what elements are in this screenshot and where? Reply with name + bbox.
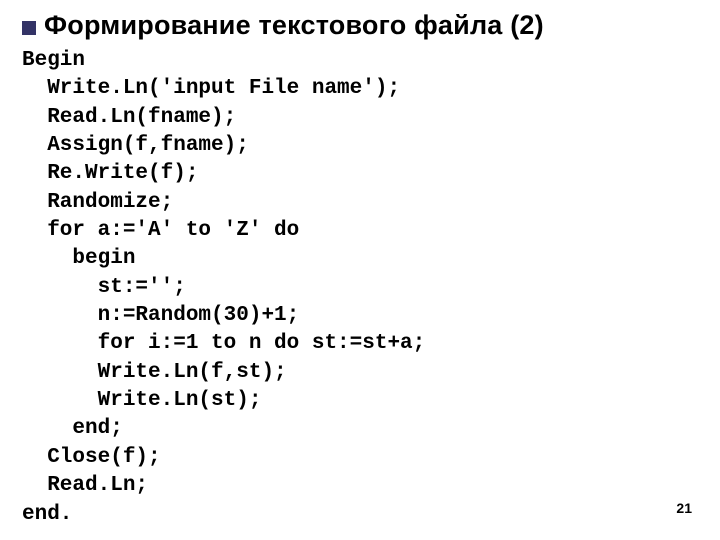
code-line: end.	[22, 501, 700, 529]
code-line: Write.Ln(f,st);	[22, 359, 700, 387]
slide-title: Формирование текстового файла (2)	[22, 10, 700, 41]
code-line: Read.Ln(fname);	[22, 104, 700, 132]
slide: Формирование текстового файла (2) Begin …	[0, 0, 720, 540]
code-line: st:='';	[22, 274, 700, 302]
code-line: Assign(f,fname);	[22, 132, 700, 160]
code-line: Read.Ln;	[22, 472, 700, 500]
title-text: Формирование текстового файла (2)	[44, 10, 544, 40]
bullet-icon	[22, 21, 36, 35]
code-block: Begin Write.Ln('input File name'); Read.…	[22, 47, 700, 529]
code-line: end;	[22, 415, 700, 443]
code-line: Write.Ln('input File name');	[22, 75, 700, 103]
code-line: Close(f);	[22, 444, 700, 472]
code-line: Re.Write(f);	[22, 160, 700, 188]
code-line: Randomize;	[22, 189, 700, 217]
code-line: for i:=1 to n do st:=st+a;	[22, 330, 700, 358]
code-line: n:=Random(30)+1;	[22, 302, 700, 330]
code-line: Begin	[22, 47, 700, 75]
page-number: 21	[676, 500, 692, 516]
code-line: Write.Ln(st);	[22, 387, 700, 415]
code-line: for a:='A' to 'Z' do	[22, 217, 700, 245]
code-line: begin	[22, 245, 700, 273]
